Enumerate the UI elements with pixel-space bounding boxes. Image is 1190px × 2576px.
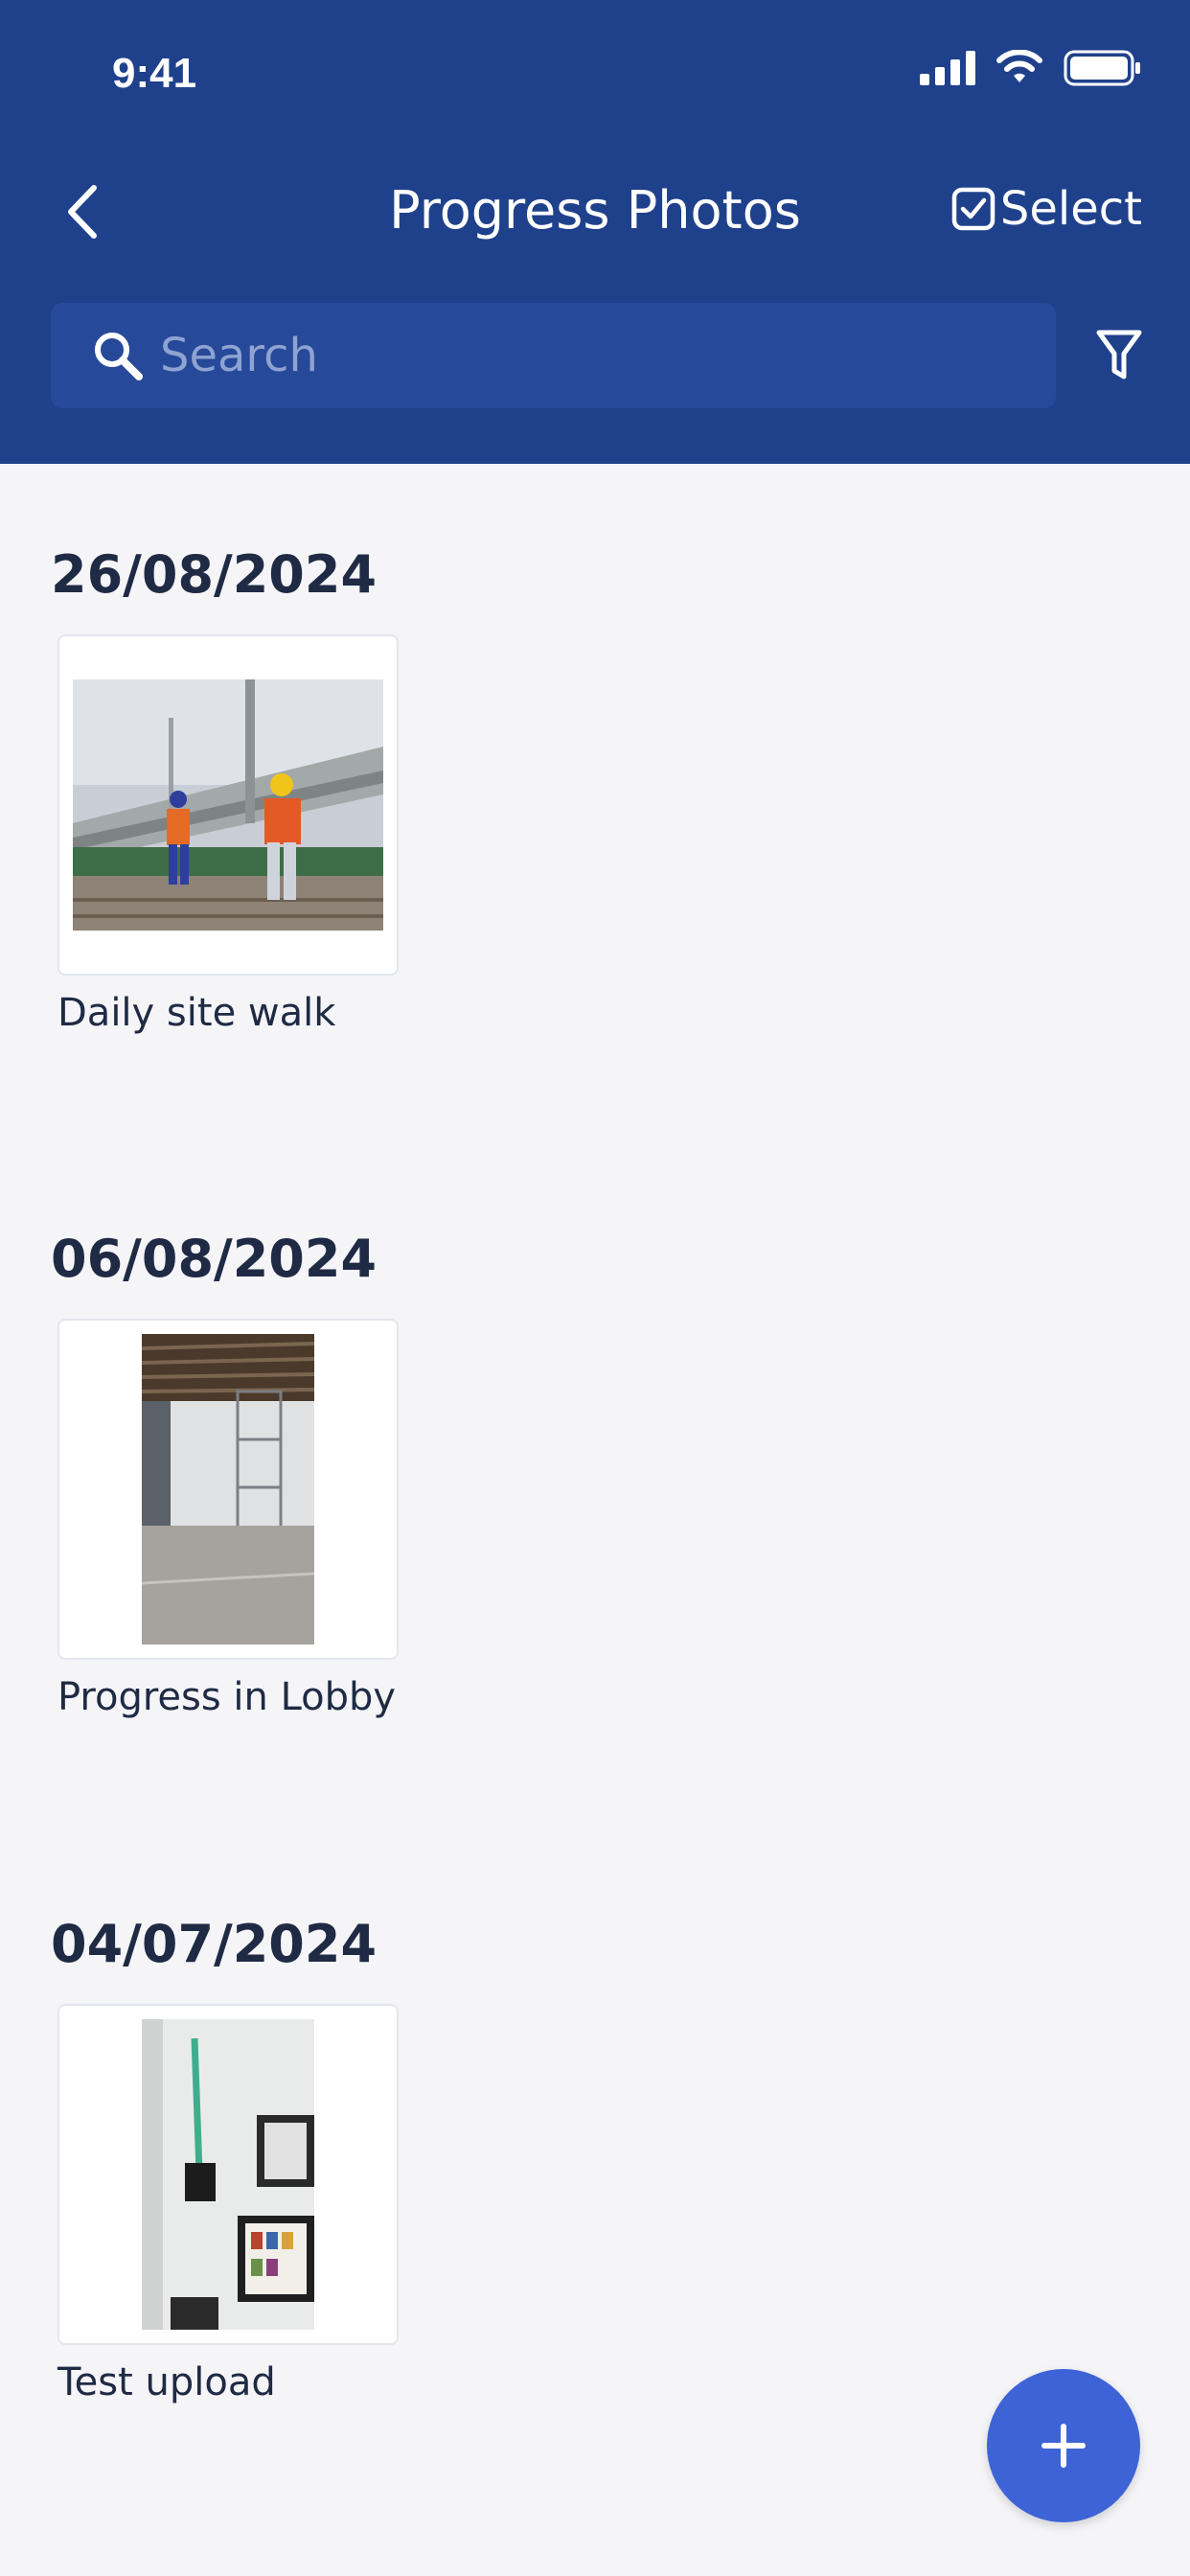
app-header: 9:41 Progress Photos Select Search <box>0 0 1190 464</box>
date-heading: 06/08/2024 <box>51 1229 378 1289</box>
lobby-photo <box>142 1334 314 1644</box>
filter-button[interactable] <box>1086 322 1153 389</box>
select-button[interactable]: Select <box>950 182 1142 236</box>
date-heading: 04/07/2024 <box>51 1914 378 1974</box>
site-walk-photo <box>73 679 383 931</box>
photo-thumbnail[interactable] <box>57 2004 399 2345</box>
status-time: 9:41 <box>112 50 197 97</box>
select-label: Select <box>999 182 1142 236</box>
photo-thumbnail[interactable] <box>57 634 399 976</box>
plus-icon <box>1041 2424 1086 2468</box>
photo-caption: Daily site walk <box>57 991 336 1035</box>
battery-icon <box>1064 50 1140 86</box>
add-photo-button[interactable] <box>987 2369 1140 2522</box>
search-bar[interactable] <box>51 303 1056 408</box>
date-heading: 26/08/2024 <box>51 544 378 605</box>
checkbox-checked-icon <box>951 187 995 231</box>
filter-icon <box>1096 330 1142 380</box>
navigation-bar: Progress Photos Select <box>0 153 1190 272</box>
photo-thumbnail[interactable] <box>57 1319 399 1660</box>
search-input[interactable] <box>158 311 1056 400</box>
photo-caption: Progress in Lobby <box>57 1675 397 1719</box>
search-row <box>51 303 1190 408</box>
wifi-icon <box>996 50 1042 82</box>
cellular-signal-icon <box>920 51 975 85</box>
search-icon <box>91 329 145 382</box>
status-icons <box>920 50 1142 86</box>
test-upload-photo <box>142 2019 314 2330</box>
photo-caption: Test upload <box>57 2360 276 2404</box>
